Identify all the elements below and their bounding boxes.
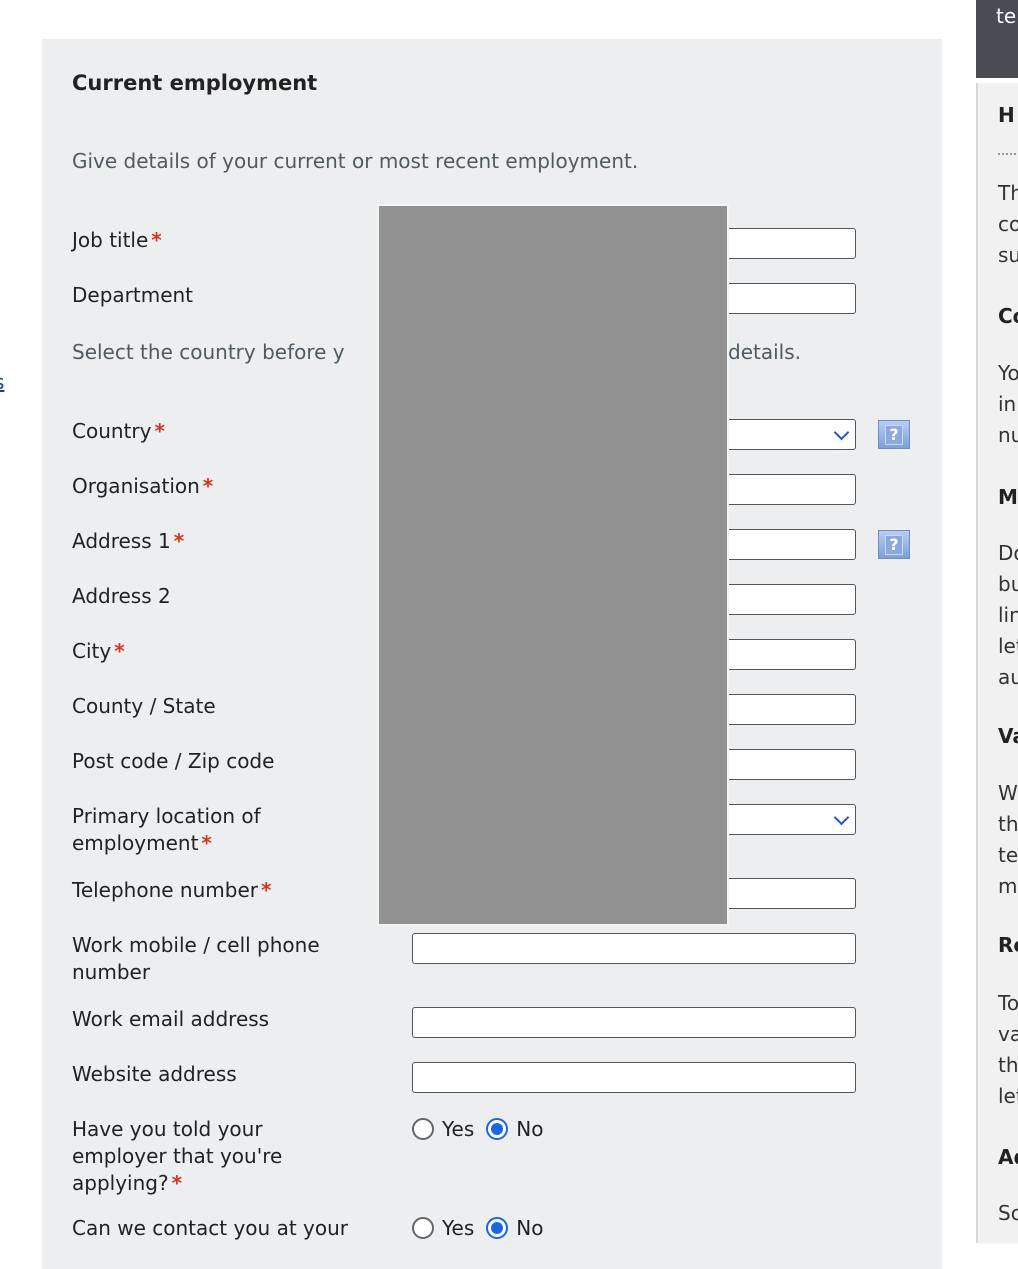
required-marker: * — [173, 529, 185, 553]
chevron-down-icon — [833, 809, 850, 826]
redacted-area — [377, 204, 729, 926]
required-marker: * — [202, 474, 214, 498]
help-line: Yo — [998, 361, 1018, 385]
help-subheading: Re — [998, 933, 1018, 957]
section-title: Current employment — [72, 71, 318, 95]
contact-at-work-yes-radio[interactable] — [412, 1217, 434, 1239]
radio-yes-label: Yes — [442, 1117, 475, 1141]
told-employer-yes-radio[interactable] — [412, 1118, 434, 1140]
help-line: W — [998, 781, 1018, 805]
work-email-input[interactable] — [412, 1007, 856, 1038]
telephone-label: Telephone number * — [72, 878, 272, 902]
website-label: Website address — [72, 1062, 237, 1086]
help-line: th — [998, 1053, 1018, 1077]
help-line: va — [998, 1022, 1018, 1046]
organisation-label: Organisation * — [72, 474, 214, 498]
required-marker: * — [261, 878, 272, 902]
required-marker: * — [201, 831, 212, 855]
country-hint-start: Select the country before y — [72, 340, 345, 364]
required-marker: * — [171, 1171, 183, 1195]
country-hint-end: details. — [728, 340, 801, 364]
right-header-bar: te — [976, 0, 1018, 78]
chevron-down-icon — [833, 424, 850, 441]
told-employer-radio-group: Yes No — [412, 1117, 556, 1141]
work-mobile-input[interactable] — [412, 933, 856, 964]
side-link[interactable]: s — [0, 370, 4, 394]
city-label: City * — [72, 639, 125, 663]
help-line: bu — [998, 572, 1018, 596]
help-line: Do — [998, 541, 1018, 565]
primary-location-label: Primary location of employment * — [72, 804, 261, 855]
help-line: Sc — [998, 1201, 1018, 1225]
contact-at-work-no-radio[interactable] — [486, 1217, 509, 1239]
country-label: Country * — [72, 419, 165, 443]
required-marker: * — [154, 419, 165, 443]
required-marker: * — [151, 228, 162, 252]
told-employer-no-radio[interactable] — [486, 1118, 509, 1140]
work-email-label: Work email address — [72, 1007, 270, 1031]
help-subheading: M — [998, 485, 1018, 509]
help-line: let — [998, 634, 1018, 658]
help-line: let — [998, 1084, 1018, 1108]
help-line: co — [998, 212, 1018, 236]
help-line: th — [998, 812, 1018, 836]
address1-label: Address 1 * — [72, 529, 185, 553]
job-title-label: Job title * — [72, 228, 162, 252]
website-input[interactable] — [412, 1062, 856, 1093]
help-line: lin — [998, 603, 1018, 627]
address2-label: Address 2 — [72, 584, 171, 608]
help-line: te — [998, 843, 1018, 867]
help-line: su — [998, 243, 1018, 267]
help-line: au — [998, 665, 1018, 689]
heading-divider — [998, 153, 1018, 155]
help-heading: H — [998, 103, 1015, 127]
radio-no-label: No — [516, 1216, 544, 1240]
country-help-icon[interactable]: ? — [878, 420, 910, 449]
contact-at-work-radio-group: Yes No — [412, 1216, 556, 1240]
radio-no-label: No — [516, 1117, 544, 1141]
work-mobile-label: Work mobile / cell phone number — [72, 933, 320, 984]
section-intro: Give details of your current or most rec… — [72, 149, 639, 173]
radio-yes-label: Yes — [442, 1216, 475, 1240]
county-label: County / State — [72, 694, 216, 718]
help-line: in — [998, 392, 1017, 416]
help-line: To — [998, 991, 1018, 1015]
help-subheading: Co — [998, 304, 1018, 328]
help-line: nu — [998, 423, 1018, 447]
told-employer-label: Have you told your employer that you're … — [72, 1117, 283, 1195]
required-marker: * — [114, 639, 125, 663]
help-line: m — [998, 874, 1018, 898]
help-subheading: Va — [998, 724, 1018, 748]
right-header-text: te — [996, 4, 1017, 28]
department-label: Department — [72, 283, 194, 307]
postcode-label: Post code / Zip code — [72, 749, 275, 773]
help-line: Th — [998, 181, 1018, 205]
address-help-icon[interactable]: ? — [878, 530, 910, 559]
country-hint: Select the country before y — [72, 340, 345, 364]
help-subheading: Ad — [998, 1145, 1018, 1169]
help-side-panel: H Th co su Co Yo in nu M Do bu lin let a… — [976, 83, 1018, 1243]
